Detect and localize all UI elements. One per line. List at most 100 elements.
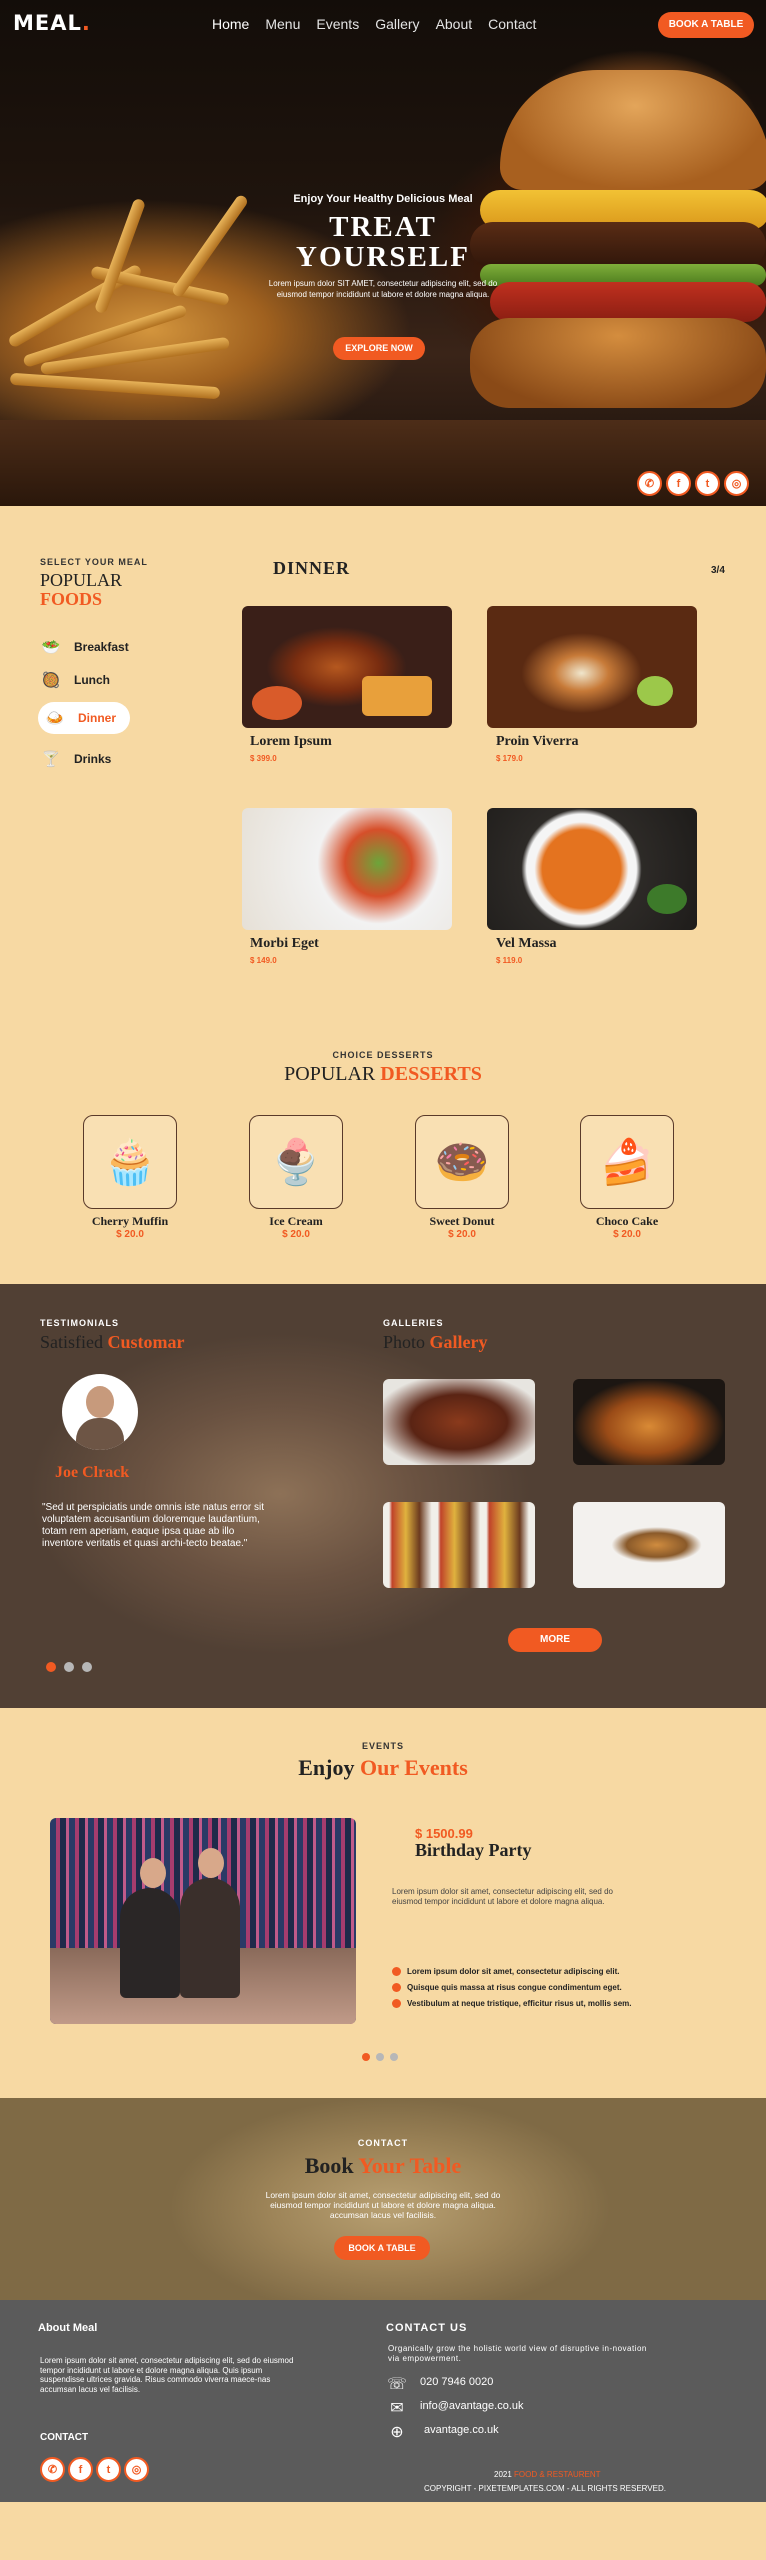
gallery-title-part1: Photo	[383, 1332, 426, 1352]
dinner-icon: 🍛	[45, 710, 65, 727]
nav-link-contact[interactable]: Contact	[488, 16, 536, 32]
hero-title-line1: TREAT	[329, 211, 437, 243]
footer-copyright: COPYRIGHT - PIXETEMPLATES.COM - ALL RIGH…	[424, 2484, 666, 2493]
facebook-icon[interactable]: f	[68, 2457, 93, 2482]
contact-title: Book Your Table	[0, 2153, 766, 2179]
testimonials-label: TESTIMONIALS	[40, 1318, 119, 1328]
category-drinks[interactable]: 🍸 Drinks	[38, 748, 112, 770]
facebook-icon[interactable]: f	[666, 471, 691, 496]
category-lunch[interactable]: 🥘 Lunch	[38, 669, 110, 691]
events-title-part1: Enjoy	[298, 1755, 355, 1780]
hero-title: TREAT YOURSELF	[0, 212, 766, 272]
event-image[interactable]	[50, 1818, 356, 2024]
carousel-dot[interactable]	[390, 2053, 398, 2061]
footer-phone[interactable]: 020 7946 0020	[420, 2376, 493, 2388]
book-table-button[interactable]: BOOK A TABLE	[334, 2236, 430, 2260]
footer-contact-label: CONTACT	[40, 2432, 89, 2443]
carousel-dot[interactable]	[362, 2053, 370, 2061]
dessert-price: $ 20.0	[613, 1229, 641, 1240]
nav-link-events[interactable]: Events	[316, 16, 359, 32]
menu-pager[interactable]: 3/4	[711, 565, 725, 576]
cake-icon[interactable]: 🍰	[580, 1115, 674, 1209]
carousel-dot[interactable]	[376, 2053, 384, 2061]
carousel-dot[interactable]	[46, 1662, 56, 1672]
footer-website[interactable]: avantage.co.uk	[424, 2424, 499, 2436]
footer-about-text: Lorem ipsum dolor sit amet, consectetur …	[40, 2356, 294, 2394]
events-title: Enjoy Our Events	[0, 1755, 766, 1781]
category-label: Dinner	[78, 711, 117, 725]
nav-link-about[interactable]: About	[436, 16, 473, 32]
instagram-icon[interactable]: ◎	[124, 2457, 149, 2482]
ice-cream-icon[interactable]: 🍨	[249, 1115, 343, 1209]
testimonial-quote: "Sed ut perspiciatis unde omnis iste nat…	[42, 1502, 264, 1549]
foods-title-line1: POPULAR	[40, 570, 123, 590]
avatar	[62, 1374, 138, 1450]
testimonial-carousel-dots	[46, 1662, 92, 1672]
twitter-icon[interactable]: t	[96, 2457, 121, 2482]
dish-name[interactable]: Proin Viverra	[496, 734, 579, 750]
desserts-title-part1: POPULAR	[284, 1063, 376, 1085]
dish-name[interactable]: Morbi Eget	[250, 936, 319, 952]
foods-title-line2: FOODS	[40, 589, 103, 609]
whatsapp-icon[interactable]: ✆	[40, 2457, 65, 2482]
footer: About Meal Lorem ipsum dolor sit amet, c…	[0, 2300, 766, 2502]
explore-now-button[interactable]: EXPLORE NOW	[333, 337, 425, 360]
dish-price: $ 149.0	[250, 956, 277, 965]
dish-image[interactable]	[487, 808, 697, 930]
testimonials-title: Satisfied Customar	[40, 1332, 185, 1353]
dish-name[interactable]: Vel Massa	[496, 936, 557, 952]
desserts-label: CHOICE DESSERTS	[332, 1050, 434, 1060]
dish-price: $ 179.0	[496, 754, 523, 763]
nav-link-home[interactable]: Home	[212, 16, 249, 32]
category-label: Drinks	[74, 752, 112, 766]
category-dinner[interactable]: 🍛 Dinner	[38, 702, 131, 734]
events-carousel-dots	[362, 2053, 398, 2061]
dish-image[interactable]	[242, 808, 452, 930]
hero-section: Enjoy Your Healthy Delicious Meal TREAT …	[0, 0, 766, 506]
gallery-image[interactable]	[573, 1502, 725, 1588]
gallery-image[interactable]	[573, 1379, 725, 1465]
hero-social-links: ✆ f t ◎	[637, 471, 749, 496]
gallery-image[interactable]	[383, 1502, 535, 1588]
carousel-dot[interactable]	[82, 1662, 92, 1672]
dish-name[interactable]: Lorem Ipsum	[250, 734, 332, 750]
donut-icon[interactable]: 🍩	[415, 1115, 509, 1209]
contact-title-part2: Your Table	[358, 2153, 462, 2178]
contact-label: CONTACT	[357, 2138, 409, 2148]
twitter-icon[interactable]: t	[695, 471, 720, 496]
nav-link-gallery[interactable]: Gallery	[375, 16, 419, 32]
contact-band: CONTACT Book Your Table Lorem ipsum dolo…	[0, 2098, 766, 2300]
menu-heading: DINNER	[273, 558, 351, 578]
foods-label: SELECT YOUR MEAL	[40, 557, 148, 567]
contact-title-part1: Book	[304, 2153, 354, 2178]
carousel-dot[interactable]	[64, 1662, 74, 1672]
whatsapp-icon[interactable]: ✆	[637, 471, 662, 496]
logo[interactable]: MEAL.	[13, 11, 91, 35]
phone-icon: ☏	[386, 2376, 407, 2393]
footer-about-title: About Meal	[38, 2322, 98, 2334]
dessert-name: Cherry Muffin	[91, 1214, 169, 1228]
hero-text: Lorem ipsum dolor SIT AMET, consectetur …	[268, 279, 498, 299]
testimonial-name: Joe Clrack	[55, 1464, 130, 1481]
footer-contact-text: Organically grow the holistic world view…	[388, 2344, 647, 2363]
dessert-price: $ 20.0	[448, 1229, 476, 1240]
events-title-part2: Our Events	[359, 1755, 468, 1780]
dish-image[interactable]	[242, 606, 452, 728]
category-breakfast[interactable]: 🥗 Breakfast	[38, 636, 129, 658]
foods-title: POPULAR FOODS	[40, 571, 122, 609]
cupcake-icon[interactable]: 🧁	[83, 1115, 177, 1209]
testimonials-title-part1: Satisfied	[40, 1332, 103, 1352]
dish-image[interactable]	[487, 606, 697, 728]
footer-email[interactable]: info@avantage.co.uk	[420, 2400, 524, 2412]
gallery-more-button[interactable]: MORE	[508, 1628, 602, 1652]
footer-contact-us-title: CONTACT US	[386, 2322, 468, 2334]
instagram-icon[interactable]: ◎	[724, 471, 749, 496]
footer-social-links: ✆ f t ◎	[40, 2457, 149, 2482]
book-table-nav-button[interactable]: BOOK A TABLE	[658, 12, 754, 38]
nav-link-menu[interactable]: Menu	[265, 16, 300, 32]
breakfast-icon: 🥗	[41, 639, 61, 656]
gallery-image[interactable]	[383, 1379, 535, 1465]
category-label: Lunch	[74, 673, 110, 687]
category-label: Breakfast	[74, 640, 129, 654]
desserts-title: POPULAR DESSERTS	[0, 1063, 766, 1086]
